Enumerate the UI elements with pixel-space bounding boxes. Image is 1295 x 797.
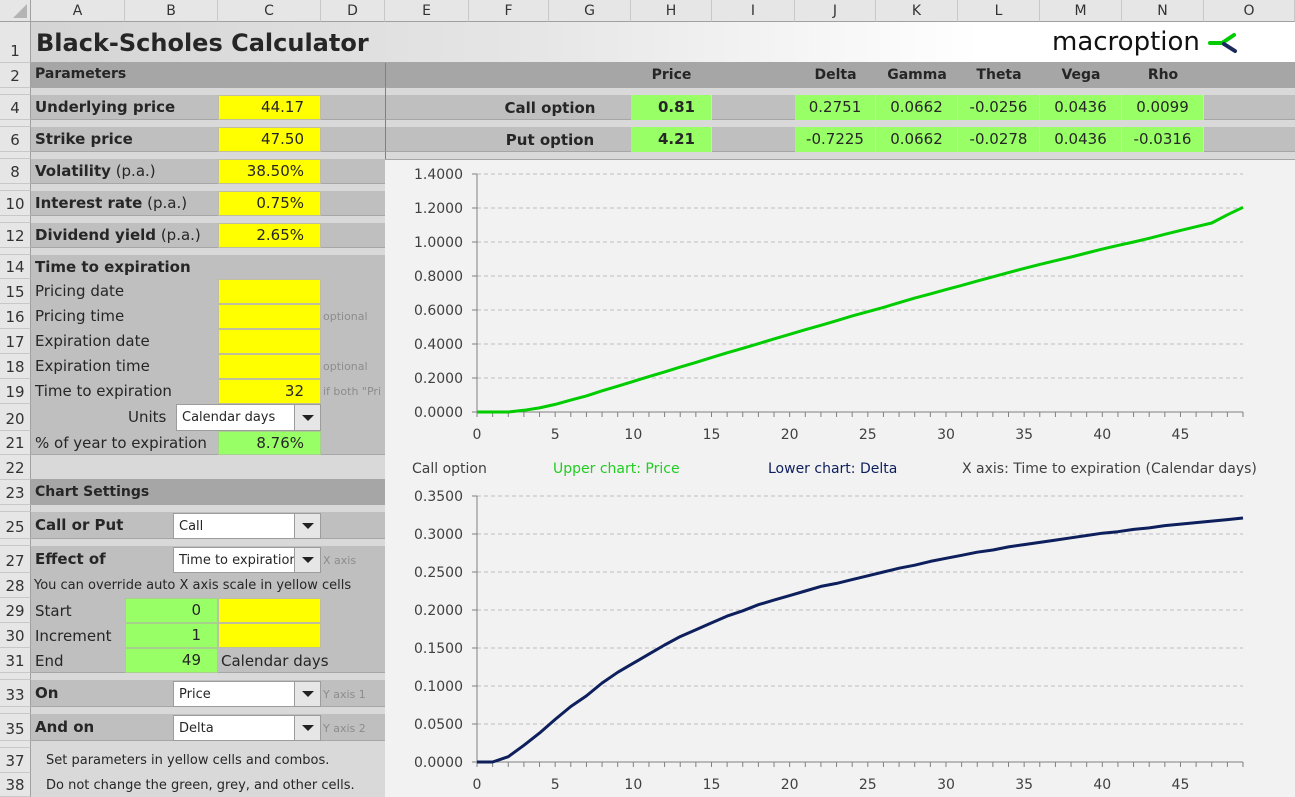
x-tick-label: 15: [703, 777, 721, 793]
x-tick-label: 10: [624, 427, 642, 443]
x-tick-label: 40: [1093, 427, 1111, 443]
x-tick-label: 30: [937, 427, 955, 443]
y-tick-label: 0.2000: [414, 371, 463, 387]
y-tick-label: 0.0000: [414, 405, 463, 421]
x-tick-label: 35: [1015, 777, 1033, 793]
y-tick-label: 1.4000: [414, 167, 463, 183]
y-tick-label: 0.1500: [414, 641, 463, 657]
charts-svg: 0.0000 0.2000 0.4000 0.6000 0.8000 1.0000 1.20…: [414, 167, 1244, 793]
x-tick-label: 30: [937, 777, 955, 793]
y-tick-label: 0.0000: [414, 755, 463, 771]
x-tick-label: 45: [1172, 777, 1190, 793]
y-tick-label: 0.8000: [414, 269, 463, 285]
y-tick-label: 0.1000: [414, 679, 463, 695]
y-tick-label: 0.2000: [414, 603, 463, 619]
x-tick-label: 0: [473, 777, 482, 793]
x-tick-label: 20: [781, 427, 799, 443]
x-tick-label: 5: [551, 777, 560, 793]
x-tick-label: 25: [859, 427, 877, 443]
x-tick-label: 35: [1015, 427, 1033, 443]
y-tick-label: 0.0500: [414, 717, 463, 733]
x-tick-label: 5: [551, 427, 560, 443]
y-tick-label: 0.6000: [414, 303, 463, 319]
series-line-delta: [477, 516, 1244, 764]
y-tick-label: 1.0000: [414, 235, 463, 251]
y-tick-label: 0.2500: [414, 565, 463, 581]
y-tick-label: 0.3500: [414, 489, 463, 505]
x-tick-label: 25: [859, 777, 877, 793]
y-tick-label: 0.4000: [414, 337, 463, 353]
x-tick-label: 40: [1093, 777, 1111, 793]
y-tick-label: 0.3000: [414, 527, 463, 543]
x-tick-label: 15: [703, 427, 721, 443]
x-tick-label: 20: [781, 777, 799, 793]
x-tick-label: 45: [1172, 427, 1190, 443]
y-tick-label: 1.2000: [414, 201, 463, 217]
x-tick-label: 0: [473, 427, 482, 443]
x-tick-label: 10: [624, 777, 642, 793]
